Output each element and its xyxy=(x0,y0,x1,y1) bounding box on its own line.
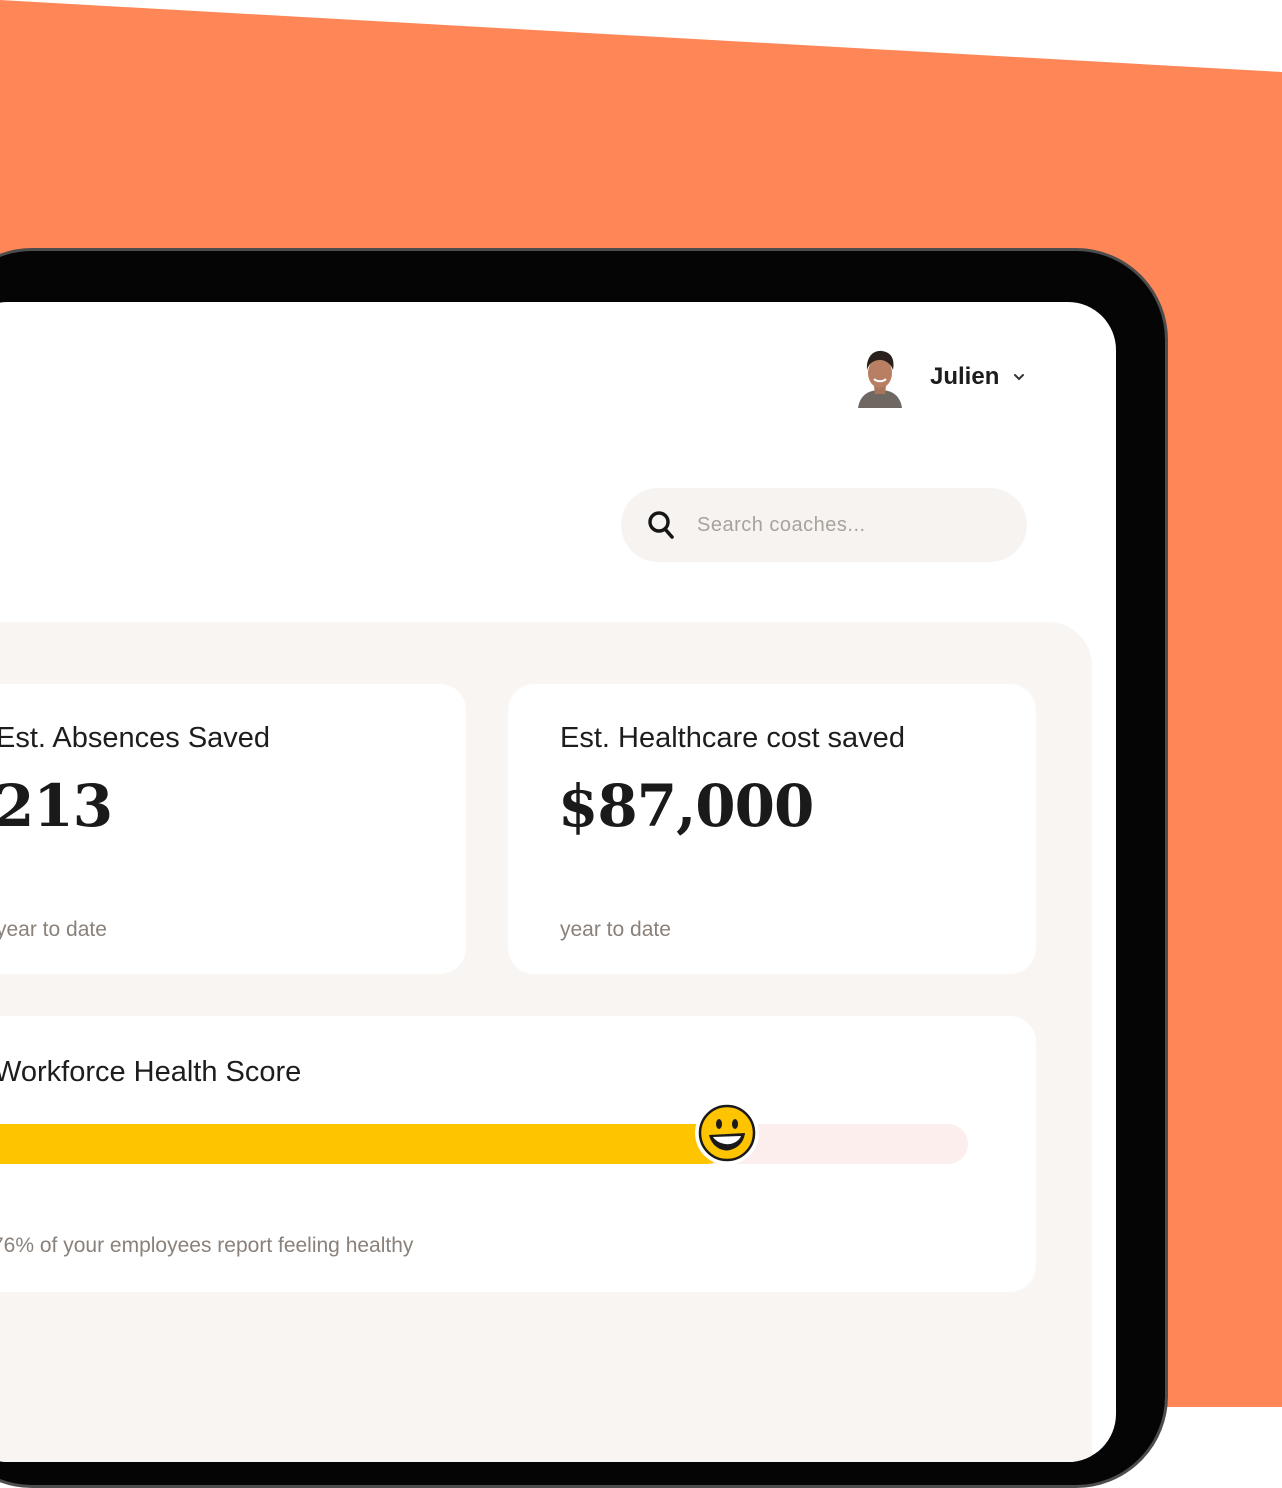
healthcare-caption: year to date xyxy=(560,918,671,941)
absences-title: Est. Absences Saved xyxy=(0,722,271,754)
search-input[interactable] xyxy=(695,512,999,538)
health-score-title: Workforce Health Score xyxy=(0,1056,302,1088)
search-bar[interactable] xyxy=(621,488,1027,562)
user-name: Julien xyxy=(930,363,1000,390)
chevron-down-icon xyxy=(1014,374,1025,381)
health-score-track xyxy=(0,1101,968,1165)
absences-value: 213 xyxy=(0,772,113,840)
smiley-face-icon xyxy=(694,1100,760,1166)
search-icon xyxy=(648,511,674,539)
healthcare-value: $87,000 xyxy=(558,772,814,840)
healthcare-card: Est. Healthcare cost saved $87,000 year … xyxy=(508,684,1036,974)
avatar xyxy=(854,346,906,408)
app-screen: Julien Est. Absences Saved 213 year to d… xyxy=(0,302,1116,1462)
dashboard-panel: Est. Absences Saved 213 year to date Est… xyxy=(0,622,1092,1462)
health-score-fill xyxy=(0,1124,728,1164)
health-score-caption: 76% of your employees report feeling hea… xyxy=(0,1234,414,1257)
user-menu[interactable]: Julien xyxy=(854,346,1025,408)
absences-card: Est. Absences Saved 213 year to date xyxy=(0,684,466,974)
health-score-card: Workforce Health Score 76% of your emplo… xyxy=(0,1016,1036,1292)
healthcare-title: Est. Healthcare cost saved xyxy=(560,722,905,754)
absences-caption: year to date xyxy=(0,918,107,941)
